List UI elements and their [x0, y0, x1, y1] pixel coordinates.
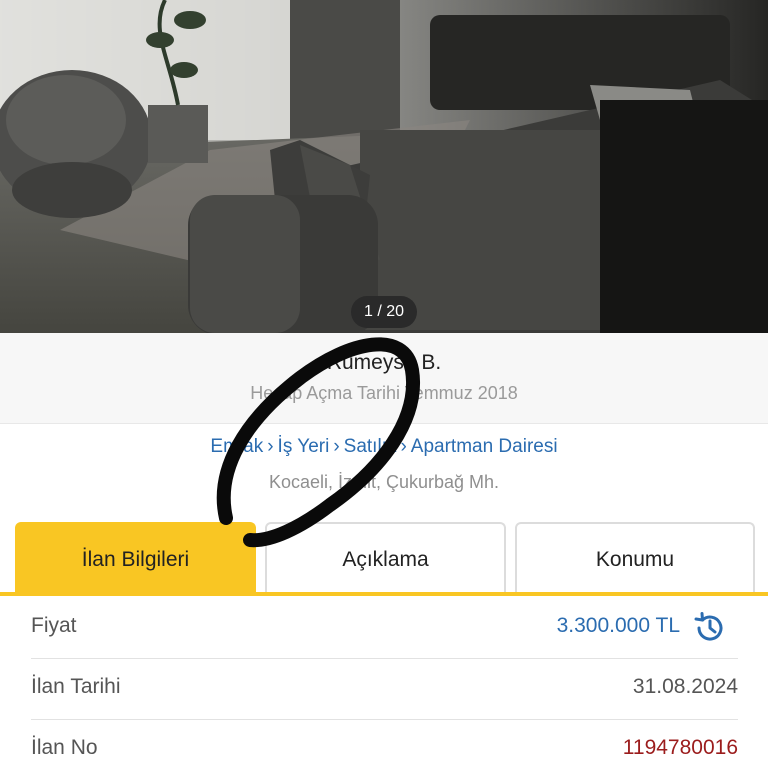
breadcrumb: Emlak › İş Yeri › Satılık › Apartman Dairesi — [0, 436, 768, 458]
room-photo-illustration — [0, 0, 768, 333]
breadcrumb-item[interactable]: Satılık — [344, 436, 397, 457]
breadcrumb-item[interactable]: Emlak — [210, 436, 263, 457]
price-history-icon[interactable] — [692, 610, 728, 646]
seller-name: Rumeysa B. — [326, 351, 442, 374]
tab-ilan-bilgileri[interactable]: İlan Bilgileri — [15, 522, 256, 594]
seller-card[interactable]: Rumeysa B. Hesap Açma Tarihi Temmuz 2018 — [0, 333, 768, 424]
date-value: 31.08.2024 — [632, 675, 738, 698]
chevron-right-icon: › — [267, 436, 274, 457]
price-label: Fiyat — [31, 614, 77, 637]
listing-no-label: İlan No — [31, 736, 98, 759]
tab-bar: İlan Bilgileri Açıklama Konumu — [15, 522, 755, 594]
detail-row-date: İlan Tarihi 31.08.2024 — [31, 659, 738, 720]
breadcrumb-item[interactable]: Apartman Dairesi — [411, 436, 558, 457]
tab-underline — [0, 592, 768, 596]
tab-aciklama[interactable]: Açıklama — [265, 522, 506, 594]
tab-konumu[interactable]: Konumu — [515, 522, 755, 594]
listing-photo[interactable]: 1 / 20 — [0, 0, 768, 333]
listing-location: Kocaeli, İzmit, Çukurbağ Mh. — [268, 472, 500, 492]
date-label: İlan Tarihi — [31, 675, 121, 698]
photo-counter: 1 / 20 — [351, 296, 417, 328]
chevron-right-icon: › — [400, 436, 407, 457]
seller-account-date: Hesap Açma Tarihi Temmuz 2018 — [250, 383, 518, 403]
listing-no-value: 1194780016 — [622, 736, 738, 759]
chevron-right-icon: › — [333, 436, 340, 457]
price-value: 3.300.000 TL — [556, 614, 680, 637]
breadcrumb-item[interactable]: İş Yeri — [278, 436, 330, 457]
detail-row-listing-no: İlan No 1194780016 — [31, 720, 738, 780]
detail-row-price: Fiyat 3.300.000 TL — [31, 598, 738, 659]
